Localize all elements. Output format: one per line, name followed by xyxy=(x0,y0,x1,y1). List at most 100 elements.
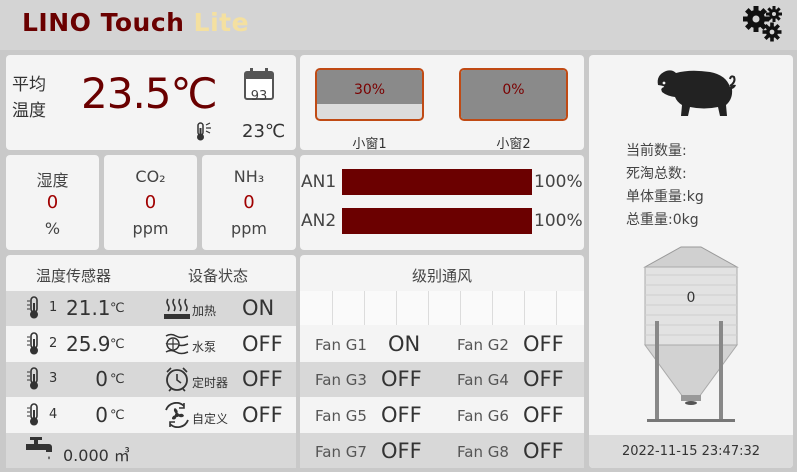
window-2-value: 0% xyxy=(502,82,525,98)
level-divider xyxy=(364,291,365,325)
window-2-button[interactable]: 0% xyxy=(459,68,568,121)
co2-value: 0 xyxy=(144,192,157,213)
fan-g7-label: Fan G7 xyxy=(315,443,367,461)
outdoor-temp: 23℃ xyxy=(242,121,286,142)
device-1-name: 加热 xyxy=(192,304,217,318)
co2-panel: CO₂ 0 ppm xyxy=(104,155,197,250)
analog-panel: AN1 100% AN2 100% xyxy=(300,155,584,250)
feed-silo-icon xyxy=(643,246,739,422)
brand-main: LINO Touch xyxy=(22,8,194,37)
water-pump-icon xyxy=(165,333,189,355)
device-4-name: 自定义 xyxy=(192,412,229,426)
avg-temp-panel: 平均 温度 23.5℃ 93 23℃ xyxy=(6,55,296,150)
herd-count-label: 当前数量: xyxy=(626,143,687,159)
nh3-panel: NH₃ 0 ppm xyxy=(202,155,296,250)
window-2-label: 小窗2 xyxy=(496,137,531,152)
level-divider xyxy=(556,291,557,325)
humidity-value: 0 xyxy=(46,192,59,213)
sensor-2-unit: ℃ xyxy=(110,337,125,352)
fan-g4-label: Fan G4 xyxy=(457,371,509,389)
fan-g3-label: Fan G3 xyxy=(315,371,367,389)
window-1-button[interactable]: 30% xyxy=(315,68,424,121)
ventilation-title: 级别通风 xyxy=(411,267,472,285)
windows-panel: 30% 小窗1 0% 小窗2 xyxy=(300,55,584,152)
thermometer-icon xyxy=(27,296,38,319)
nh3-label: NH₃ xyxy=(233,167,265,186)
window-1-value: 30% xyxy=(353,82,386,98)
custom-fan-icon xyxy=(165,402,189,428)
brand-lite: Lite xyxy=(193,8,250,37)
device-3-name: 定时器 xyxy=(192,376,229,390)
avg-temp-value: 23.5℃ xyxy=(81,69,218,118)
avg-temp-label-2: 温度 xyxy=(12,101,46,121)
water-meter-value: 0.000 ㎥ xyxy=(63,446,130,465)
ventilation-panel: 级别通风 Fan G1 ON Fan G2 OFF Fan G3 OFF Fan… xyxy=(300,255,584,468)
an1-value: 100% xyxy=(534,172,583,192)
co2-unit: ppm xyxy=(132,219,169,238)
outdoor-thermometer-icon xyxy=(197,122,211,141)
datetime: 2022-11-15 23:47:32 xyxy=(621,444,761,459)
level-divider xyxy=(428,291,429,325)
heater-icon xyxy=(164,298,190,319)
water-tap-icon xyxy=(26,437,52,460)
herd-total-weight-label: 总重量:0kg xyxy=(626,212,699,228)
sensor-4-value: 0 xyxy=(95,403,108,427)
device-3-state[interactable]: OFF xyxy=(242,367,283,391)
herd-dead-label: 死淘总数: xyxy=(626,166,687,182)
sensor-1-index: 1 xyxy=(49,300,58,315)
co2-label: CO₂ xyxy=(135,167,166,186)
header-bar: LINO Touch Lite xyxy=(0,0,797,50)
herd-unit-weight-label: 单体重量:kg xyxy=(626,189,704,205)
device-4-state[interactable]: OFF xyxy=(242,403,283,427)
sensor-4-unit: ℃ xyxy=(110,408,125,423)
window-1-label: 小窗1 xyxy=(352,137,387,152)
fan-g8-state[interactable]: OFF xyxy=(523,439,564,463)
timer-icon xyxy=(166,367,188,392)
humidity-panel: 湿度 0 % xyxy=(6,155,99,250)
an1-bar xyxy=(342,169,532,195)
humidity-label: 湿度 xyxy=(36,171,69,190)
an1-label: AN1 xyxy=(301,172,337,192)
level-divider xyxy=(524,291,525,325)
sensor-3-unit: ℃ xyxy=(110,372,125,387)
level-divider xyxy=(396,291,397,325)
thermometer-icon xyxy=(27,403,38,426)
avg-temp-label-1: 平均 xyxy=(12,75,46,95)
device-2-state[interactable]: OFF xyxy=(242,332,283,356)
humidity-unit: % xyxy=(44,219,61,238)
fan-g8-label: Fan G8 xyxy=(457,443,509,461)
an2-value: 100% xyxy=(534,211,583,231)
fan-g2-label: Fan G2 xyxy=(457,336,509,354)
nh3-unit: ppm xyxy=(231,219,267,238)
fan-g2-state[interactable]: OFF xyxy=(523,332,564,356)
an2-bar xyxy=(342,208,532,234)
sensor-1-value: 21.1 xyxy=(66,296,111,320)
fan-g5-label: Fan G5 xyxy=(315,407,367,425)
nh3-value: 0 xyxy=(243,192,255,213)
ventilation-level-strip[interactable] xyxy=(300,291,584,325)
fan-g7-state[interactable]: OFF xyxy=(381,439,422,463)
herd-panel: 当前数量: 死淘总数: 单体重量:kg 总重量:0kg 0 2022-11-15… xyxy=(589,55,793,468)
sensor-4-index: 4 xyxy=(49,407,58,422)
fan-g1-state[interactable]: ON xyxy=(388,332,420,356)
level-divider xyxy=(492,291,493,325)
fan-g6-state[interactable]: OFF xyxy=(523,403,564,427)
calendar-day: 93 xyxy=(250,89,268,104)
thermometer-icon xyxy=(27,332,38,355)
device-header: 设备状态 xyxy=(188,267,249,285)
device-1-state[interactable]: ON xyxy=(242,296,274,320)
brand-logo: LINO Touch Lite xyxy=(22,8,249,37)
level-divider xyxy=(460,291,461,325)
fan-g1-label: Fan G1 xyxy=(315,336,367,354)
sensor-3-value: 0 xyxy=(95,367,108,391)
sensor-3-index: 3 xyxy=(49,371,58,386)
gear-icon[interactable] xyxy=(742,4,788,44)
silo-value: 0 xyxy=(686,290,696,306)
thermometer-icon xyxy=(27,367,38,390)
sensor-1-unit: ℃ xyxy=(110,301,125,316)
fan-g3-state[interactable]: OFF xyxy=(381,367,422,391)
fan-g4-state[interactable]: OFF xyxy=(523,367,564,391)
fan-g5-state[interactable]: OFF xyxy=(381,403,422,427)
pig-icon xyxy=(657,70,736,116)
sensor-2-value: 25.9 xyxy=(66,332,111,356)
